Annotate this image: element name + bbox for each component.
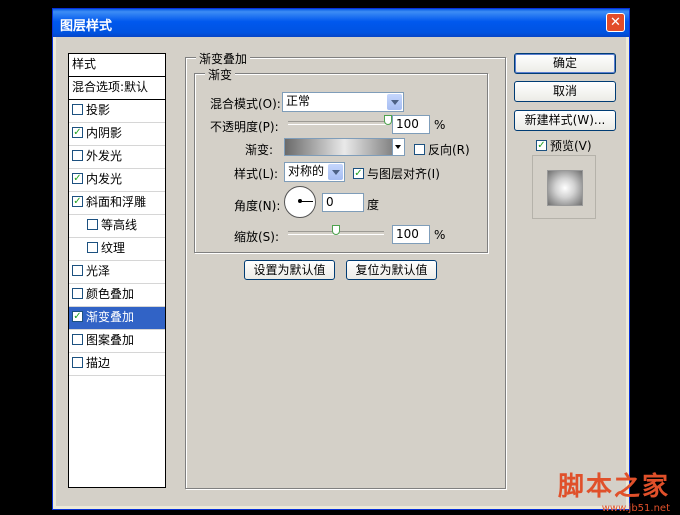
- style-item[interactable]: 投影: [69, 100, 165, 123]
- preview-swatch: [547, 170, 583, 206]
- gradient-picker[interactable]: [284, 138, 405, 156]
- chevron-down-icon: [328, 164, 343, 180]
- angle-dial[interactable]: [284, 186, 316, 218]
- angle-input[interactable]: 0: [322, 193, 364, 212]
- align-checkbox-box[interactable]: ✓: [353, 168, 364, 179]
- style-item-checkbox[interactable]: [72, 104, 83, 115]
- style-select[interactable]: 对称的: [284, 162, 345, 182]
- new-style-button[interactable]: 新建样式(W)...: [514, 110, 616, 131]
- styles-header[interactable]: 样式: [69, 54, 165, 77]
- style-item-label: 外发光: [86, 149, 123, 163]
- opacity-slider-thumb[interactable]: [384, 115, 392, 125]
- reverse-checkbox-box[interactable]: [414, 144, 425, 155]
- cancel-button[interactable]: 取消: [514, 81, 616, 102]
- reverse-label: 反向(R): [428, 143, 470, 157]
- make-default-button[interactable]: 设置为默认值: [244, 260, 335, 280]
- scale-slider-thumb[interactable]: [332, 225, 340, 235]
- style-item[interactable]: ✓ 内阴影: [69, 123, 165, 146]
- window-title: 图层样式: [60, 19, 113, 34]
- style-item[interactable]: 光泽: [69, 261, 165, 284]
- gradient-subgroup: 渐变 混合模式(O): 正常 不透明度(P): 100 % 渐变: 反向(R): [194, 66, 488, 253]
- opacity-percent: %: [434, 118, 446, 132]
- style-item[interactable]: ✓ 斜面和浮雕: [69, 192, 165, 215]
- style-item-checkbox[interactable]: [72, 357, 83, 368]
- style-value: 对称的: [288, 164, 325, 178]
- style-item[interactable]: 纹理: [69, 238, 165, 261]
- style-item-label: 描边: [86, 356, 111, 370]
- opacity-slider-track[interactable]: [288, 121, 388, 125]
- style-item-checkbox[interactable]: ✓: [72, 127, 83, 138]
- style-item-label: 投影: [86, 103, 111, 117]
- close-icon: ✕: [610, 15, 621, 30]
- style-item[interactable]: 颜色叠加: [69, 284, 165, 307]
- style-item-label: 斜面和浮雕: [86, 195, 147, 209]
- style-item-checkbox[interactable]: [72, 288, 83, 299]
- dialog-body: 样式 混合选项:默认 投影 ✓ 内阴影 外发光 ✓ 内发光 ✓ 斜面和浮雕 等高线 纹理 光泽 颜色叠…: [56, 37, 626, 506]
- opacity-input[interactable]: 100: [392, 115, 430, 134]
- style-item-checkbox[interactable]: ✓: [72, 196, 83, 207]
- style-item-checkbox[interactable]: [87, 242, 98, 253]
- chevron-down-icon: [387, 94, 402, 110]
- blend-mode-select[interactable]: 正常: [282, 92, 404, 112]
- gradient-overlay-title: 渐变叠加: [196, 50, 251, 67]
- style-item[interactable]: ✓ 渐变叠加: [69, 307, 165, 330]
- degree-unit: 度: [367, 198, 380, 212]
- style-item-label: 渐变叠加: [86, 310, 135, 324]
- reverse-checkbox[interactable]: 反向(R): [414, 141, 470, 158]
- align-with-layer-checkbox[interactable]: ✓ 与图层对齐(I): [353, 165, 440, 182]
- blend-mode-label: 混合模式(O):: [210, 97, 281, 111]
- scale-percent: %: [434, 228, 446, 242]
- style-item-label: 内阴影: [86, 126, 123, 140]
- watermark-text: 脚本之家: [557, 472, 670, 502]
- style-item-label: 颜色叠加: [86, 287, 135, 301]
- style-label: 样式(L):: [234, 167, 279, 181]
- style-item-checkbox[interactable]: [72, 150, 83, 161]
- style-item-checkbox[interactable]: [87, 219, 98, 230]
- scale-input[interactable]: 100: [392, 225, 430, 244]
- watermark-url: www.jb51.net: [601, 503, 670, 514]
- style-item-checkbox[interactable]: ✓: [72, 173, 83, 184]
- style-item-label: 纹理: [101, 241, 126, 255]
- scale-label: 缩放(S):: [234, 230, 280, 244]
- style-preview: [532, 155, 596, 219]
- reset-default-button[interactable]: 复位为默认值: [346, 260, 437, 280]
- close-button[interactable]: ✕: [606, 13, 625, 32]
- style-item-label: 光泽: [86, 264, 111, 278]
- style-item-checkbox[interactable]: [72, 334, 83, 345]
- gradient-subgroup-title: 渐变: [205, 66, 236, 83]
- align-label: 与图层对齐(I): [367, 167, 440, 181]
- angle-label: 角度(N):: [234, 199, 281, 213]
- style-item[interactable]: 图案叠加: [69, 330, 165, 353]
- style-item[interactable]: ✓ 内发光: [69, 169, 165, 192]
- style-item[interactable]: 等高线: [69, 215, 165, 238]
- style-item-label: 内发光: [86, 172, 123, 186]
- blend-options-item[interactable]: 混合选项:默认: [69, 77, 165, 100]
- styles-list: 样式 混合选项:默认 投影 ✓ 内阴影 外发光 ✓ 内发光 ✓ 斜面和浮雕 等高线 纹理 光泽 颜色叠…: [68, 53, 166, 488]
- gradient-label: 渐变:: [245, 143, 274, 157]
- blend-mode-value: 正常: [286, 94, 311, 108]
- preview-checkbox-box[interactable]: ✓: [536, 140, 547, 151]
- title-bar: 图层样式 ✕: [53, 9, 629, 37]
- style-item-checkbox[interactable]: [72, 265, 83, 276]
- caret-down-icon[interactable]: [392, 139, 404, 155]
- opacity-label: 不透明度(P):: [210, 120, 279, 134]
- style-item[interactable]: 描边: [69, 353, 165, 376]
- style-item[interactable]: 外发光: [69, 146, 165, 169]
- style-item-label: 图案叠加: [86, 333, 135, 347]
- style-item-checkbox[interactable]: ✓: [72, 311, 83, 322]
- preview-checkbox[interactable]: ✓ 预览(V): [536, 137, 592, 154]
- preview-label: 预览(V): [550, 139, 592, 153]
- layer-style-dialog: 图层样式 ✕ 样式 混合选项:默认 投影 ✓ 内阴影 外发光 ✓ 内发光 ✓ 斜面和浮雕 等高线…: [52, 8, 630, 510]
- gradient-overlay-group: 渐变叠加 渐变 混合模式(O): 正常 不透明度(P): 100 % 渐变: 反…: [185, 50, 506, 489]
- style-item-label: 等高线: [101, 218, 138, 232]
- ok-button[interactable]: 确定: [514, 53, 616, 74]
